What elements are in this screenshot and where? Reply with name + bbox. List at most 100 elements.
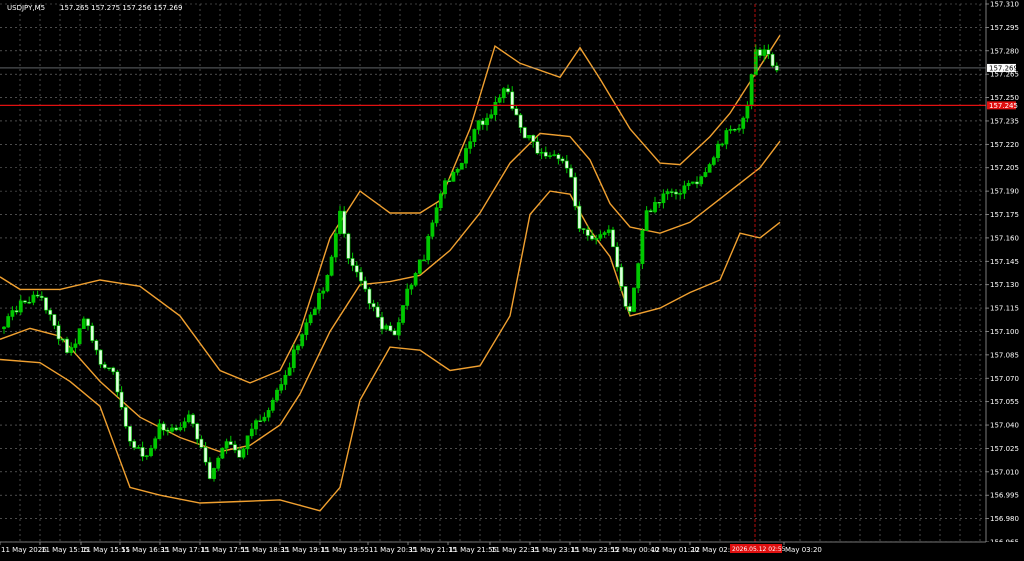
candle-body-177 [745,105,750,119]
candle-body-28 [119,391,124,408]
candle-body-119 [501,88,506,99]
candle-body-44 [186,414,191,423]
candle-body-26 [111,367,116,373]
vline-time-badge-text: 2026.05.12 02:55 [732,546,786,553]
candle-body-114 [480,120,485,126]
candle-body-48 [203,447,208,463]
candle-body-143 [602,232,607,235]
y-tick-label-9: 157.175 [990,211,1019,219]
candle-body-29 [123,407,128,427]
candle-body-131 [552,154,557,156]
candle-body-35 [149,447,153,456]
candle-body-65 [275,389,279,401]
candle-body-149 [627,306,632,312]
candle-body-50 [212,468,216,479]
candle-body-147 [619,266,624,287]
candle-body-51 [216,457,221,469]
candle-body-64 [270,399,275,411]
y-tick-label-13: 157.115 [990,305,1019,313]
y-tick-label-20: 157.010 [990,468,1019,476]
candle-body-168 [707,164,712,173]
candle-body-171 [720,143,725,146]
candle-body-118 [497,97,502,103]
candle-body-53 [224,441,229,449]
candle-body-160 [674,191,678,195]
candle-body-183 [770,53,775,67]
candle-body-178 [749,74,754,107]
candle-body-11 [48,309,53,315]
candle-body-150 [632,287,636,312]
x-tick-label-8: 11 May 19:55 [321,546,369,554]
candle-body-14 [60,338,65,341]
candle-body-25 [107,367,111,370]
y-tick-label-11: 157.145 [990,258,1019,266]
candle-body-43 [182,421,187,428]
candle-body-102 [430,222,435,237]
candle-body-60 [254,420,258,430]
candle-body-106 [447,180,452,183]
price-chart[interactable]: 157.310157.295157.280157.265157.250157.2… [0,0,1024,561]
candle-body-55 [233,444,237,451]
candle-body-127 [535,141,540,154]
candle-body-163 [686,182,691,187]
candle-body-132 [556,154,561,160]
candle-body-136 [573,176,578,207]
candle-body-72 [304,322,309,335]
candle-body-144 [606,229,611,233]
current-price-badge-text: 157.269 [989,64,1018,72]
candle-body-71 [300,334,305,347]
candle-body-21 [90,325,95,341]
candle-body-99 [417,259,422,274]
candle-body-63 [266,410,271,418]
candle-body-97 [409,284,414,290]
candle-body-76 [321,290,326,294]
candle-body-62 [262,416,267,422]
candle-body-84 [354,265,359,273]
candle-body-93 [392,330,397,336]
candle-body-158 [665,191,670,195]
candle-body-124 [522,127,527,139]
candle-body-32 [136,447,141,449]
candle-body-80 [338,210,342,234]
y-tick-label-19: 157.025 [990,445,1019,453]
candle-body-125 [527,135,531,139]
candle-body-129 [543,151,548,157]
candle-body-100 [422,259,426,262]
candle-body-121 [510,91,515,109]
candle-body-182 [766,49,771,55]
candle-body-73 [308,314,313,324]
candle-body-81 [342,210,347,235]
candle-body-69 [291,349,296,369]
candle-body-164 [690,181,695,184]
candle-body-140 [590,235,594,240]
candle-body-78 [329,256,334,276]
candle-body-161 [678,193,683,195]
candle-body-38 [161,423,166,431]
candle-body-31 [132,440,137,448]
candle-body-173 [728,129,733,131]
candle-body-148 [623,286,628,307]
candle-body-79 [333,233,338,258]
candle-body-166 [699,176,704,185]
y-tick-label-0: 157.310 [990,1,1019,9]
candle-body-6 [27,301,32,304]
candle-body-137 [577,205,582,229]
candle-body-67 [283,374,288,385]
candle-body-61 [258,420,263,422]
candle-body-107 [451,171,456,182]
candle-body-116 [489,114,494,119]
candle-body-59 [249,428,254,437]
candle-body-109 [459,162,464,170]
candle-body-49 [207,461,212,479]
candle-body-22 [94,340,99,351]
candle-body-3 [14,310,19,313]
x-tick-label-11: 11 May 21:55 [449,546,497,554]
candle-body-172 [724,130,729,145]
candle-body-142 [598,234,603,239]
x-tick-label-18: May 03:20 [785,546,822,554]
candle-body-151 [636,263,641,289]
candle-body-54 [228,441,233,445]
candle-body-58 [245,435,250,450]
candle-body-77 [325,275,330,292]
y-tick-label-1: 157.295 [990,24,1019,32]
